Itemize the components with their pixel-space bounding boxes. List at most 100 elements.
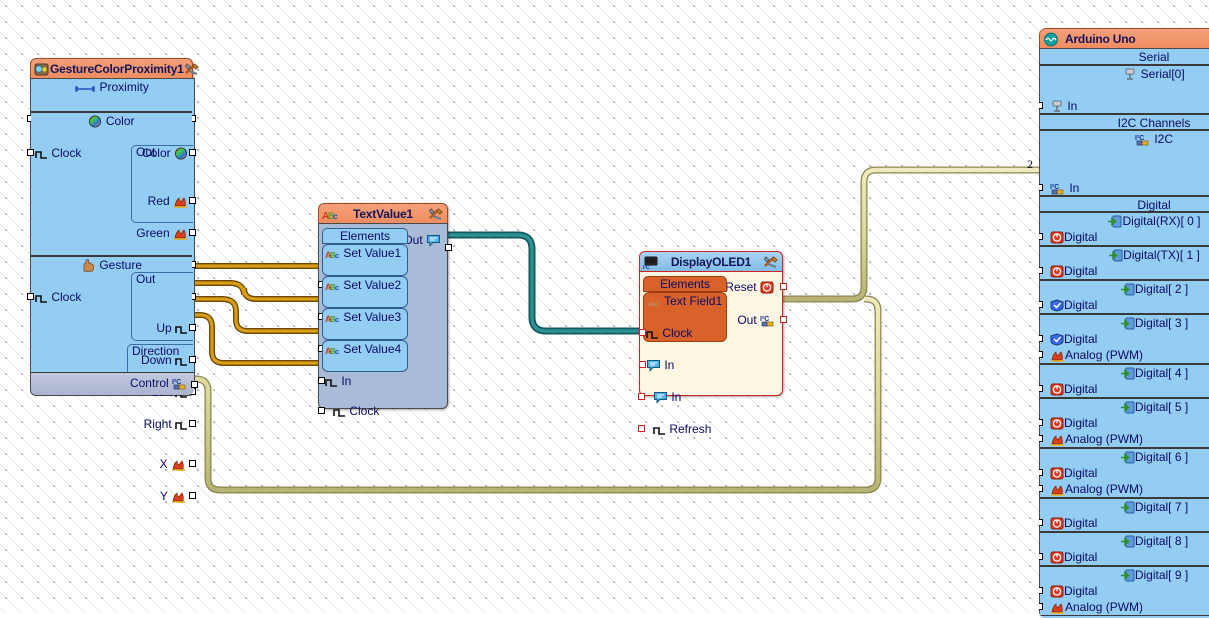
pin-oled-in[interactable]: [638, 393, 645, 400]
tools-icon[interactable]: [763, 255, 779, 269]
arduino-pin-connector[interactable]: [1039, 553, 1043, 560]
textvalue-clock-text: Clock: [333, 404, 379, 418]
arduino-pin-label-wrap: Digital: [1050, 466, 1097, 480]
textvalue-item-2[interactable]: ABc Set Value2 In: [318, 276, 408, 324]
block-header-gesture[interactable]: GestureColorProximity1: [30, 58, 199, 79]
arduino-pin-connector[interactable]: [1039, 485, 1043, 492]
arduino-pin-name-row: Digital(TX)[ 1 ]: [1040, 247, 1209, 263]
oled-textfield-group[interactable]: abc Text Field1 Clock In: [639, 292, 727, 372]
pin-color-clock[interactable]: [27, 149, 34, 156]
pin-arduino-i2c-in[interactable]: [1039, 184, 1043, 191]
arduino-pin-section[interactable]: Digital[ 6 ] Digital Analog (PWM): [1039, 448, 1209, 498]
block-textvalue1[interactable]: ABc TextValue1 Out Elements ABc Set Valu…: [318, 203, 452, 418]
pin-color-red[interactable]: [189, 197, 196, 204]
arduino-pin-section[interactable]: Digital[ 2 ] Digital: [1039, 280, 1209, 314]
arduino-pin-section[interactable]: Digital(TX)[ 1 ] Digital: [1039, 246, 1209, 280]
pin-oled-textfield-clock[interactable]: [639, 329, 646, 336]
arduino-pin-connector[interactable]: [1039, 301, 1043, 308]
digital-pulse-icon: [333, 406, 346, 422]
block-gesturecolorproximity1[interactable]: GestureColorProximity1 Proximity Color C…: [27, 58, 199, 503]
proximity-label: Proximity: [99, 80, 149, 94]
arduino-pin-label-wrap: Digital: [1050, 416, 1097, 430]
arduino-pin-section[interactable]: Digital(RX)[ 0 ] Digital: [1039, 212, 1209, 246]
pin-gesture-up[interactable]: [189, 324, 196, 331]
pin-gesture-clock[interactable]: [27, 293, 34, 300]
gesture-title-row: Gesture: [31, 257, 192, 273]
pin-gesture-right[interactable]: [189, 420, 196, 427]
oled-textfield-in: In: [639, 357, 726, 373]
arduino-serial0-channel[interactable]: Serial[0] In Send: [1039, 65, 1209, 114]
arduino-pin-connector[interactable]: [1039, 233, 1043, 240]
pin-arduino-serial-in[interactable]: [1039, 102, 1043, 109]
svg-text:abc: abc: [648, 302, 659, 308]
arduino-pin-section[interactable]: Digital[ 3 ] Digital Analog (PWM): [1039, 314, 1209, 364]
arduino-pin-connector[interactable]: [1039, 419, 1043, 426]
arduino-pin-name: Digital[ 7 ]: [1134, 500, 1189, 514]
arduino-logo-icon: [1043, 32, 1059, 47]
arduino-pin-section[interactable]: Digital[ 5 ] Digital Analog (PWM): [1039, 398, 1209, 448]
arduino-pin-row: Digital: [1039, 263, 1209, 279]
gesture-axis-y: Y: [31, 488, 196, 504]
arduino-pin-row: Digital: [1039, 297, 1209, 313]
arduino-pin-label-wrap: Analog (PWM): [1050, 482, 1143, 496]
pin-gesture-x[interactable]: [189, 460, 196, 467]
arduino-pin-name-row: Digital[ 5 ]: [1040, 399, 1209, 415]
oled-in-text: In: [653, 390, 681, 404]
arduino-pin-connector[interactable]: [1039, 519, 1043, 526]
oled-textfield-clock: Clock: [639, 325, 726, 341]
arduino-pin-label: Digital: [1064, 516, 1098, 530]
pin-textvalue-setvalue4-in[interactable]: [318, 377, 325, 384]
block-title-gesture: GestureColorProximity1: [50, 62, 184, 76]
arduino-pin-connector[interactable]: [1039, 351, 1043, 358]
block-header-oled[interactable]: I²C DisplayOLED1: [639, 251, 783, 272]
pin-oled-textfield-in[interactable]: [639, 361, 646, 368]
block-arduino-uno[interactable]: Arduino Uno Serial Serial[0] In Send: [1039, 28, 1209, 618]
tools-icon[interactable]: [184, 62, 200, 76]
arduino-pin-label-wrap: Digital: [1050, 332, 1097, 346]
textvalue-item-1[interactable]: ABc Set Value1 In: [318, 244, 408, 292]
pin-textvalue-clock[interactable]: [318, 407, 325, 414]
block-header-arduino[interactable]: Arduino Uno: [1039, 28, 1209, 49]
textvalue-item-4[interactable]: ABc Set Value4 In: [318, 340, 408, 388]
i2c-icon: I²C: [1135, 133, 1151, 150]
arduino-pin-connector[interactable]: [1039, 267, 1043, 274]
textvalue-item-3[interactable]: ABc Set Value3 In: [318, 308, 408, 356]
block-displayoled1[interactable]: I²C DisplayOLED1 Reset Out I²C Elements …: [638, 251, 787, 436]
arduino-pin-connector[interactable]: [1039, 385, 1043, 392]
arduino-pin-connector[interactable]: [1039, 335, 1043, 342]
pin-gesture-y[interactable]: [189, 492, 196, 499]
oled-reset-text: Reset: [725, 279, 774, 298]
pin-oled-reset[interactable]: [780, 283, 787, 290]
oled-refresh-row: Refresh: [638, 421, 782, 437]
analog-fire-icon: [173, 196, 188, 212]
arduino-pin-label: Analog (PWM): [1065, 600, 1144, 614]
arduino-pin-name: Digital(TX)[ 1 ]: [1123, 248, 1200, 262]
pin-gesture-control[interactable]: [191, 381, 198, 388]
arduino-pin-section[interactable]: Digital[ 9 ] Digital Analog (PWM): [1039, 566, 1209, 616]
arduino-pin-connector[interactable]: [1039, 587, 1043, 594]
arduino-pin-label: Digital: [1064, 466, 1098, 480]
arduino-pin-connector[interactable]: [1039, 435, 1043, 442]
gesture-label: Gesture: [99, 258, 143, 272]
pin-textvalue-out[interactable]: [445, 244, 452, 251]
arduino-pin-connector[interactable]: [1039, 603, 1043, 610]
pin-oled-refresh[interactable]: [638, 425, 645, 432]
arduino-pin-row: Digital: [1039, 331, 1209, 347]
abc-text-icon: ABc: [325, 343, 340, 360]
color-clock: Clock: [35, 145, 81, 164]
arduino-pin-label: Analog (PWM): [1065, 482, 1144, 496]
pin-color-green[interactable]: [189, 229, 196, 236]
arduino-pin-section[interactable]: Digital[ 8 ] Digital: [1039, 532, 1209, 566]
tools-icon[interactable]: [428, 207, 444, 221]
gesture-dir-up: Up: [31, 320, 196, 336]
arduino-pin-section[interactable]: Digital[ 4 ] Digital: [1039, 364, 1209, 398]
arduino-pin-section[interactable]: Digital[ 7 ] Digital: [1039, 498, 1209, 532]
arduino-i2c-channel[interactable]: I²C I2C I²C In Requ: [1039, 130, 1209, 196]
arduino-pin-name-row: Digital[ 6 ]: [1040, 449, 1209, 465]
arduino-pin-row: Digital: [1039, 515, 1209, 531]
pin-oled-out[interactable]: [780, 316, 787, 323]
block-header-textvalue[interactable]: ABc TextValue1: [318, 203, 448, 224]
arduino-pin-connector[interactable]: [1039, 469, 1043, 476]
arduino-digital-group: Digital: [1040, 196, 1209, 212]
gesture-direction-group-label: Direction: [132, 344, 180, 358]
